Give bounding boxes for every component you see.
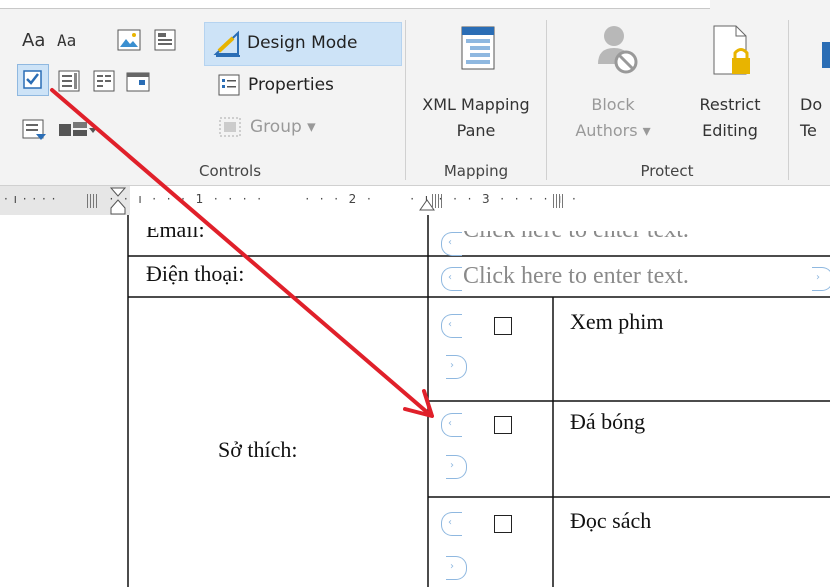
- annotation-arrow-icon: [50, 88, 434, 418]
